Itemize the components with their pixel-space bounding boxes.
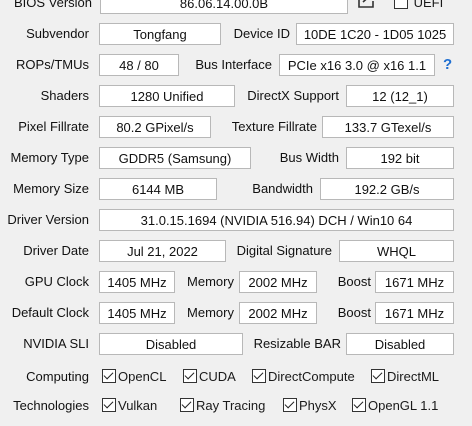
physx-checkbox[interactable] (283, 398, 297, 412)
rops-row: ROPs/TMUs 48 / 80 Bus Interface PCIe x16… (0, 52, 472, 78)
memory-type-label: Memory Type (10, 150, 89, 165)
directx-field: 12 (12_1) (346, 85, 454, 107)
bus-width-label: Bus Width (279, 150, 339, 165)
bus-interface-help-button[interactable]: ? (443, 52, 452, 78)
shaders-label: Shaders (40, 88, 89, 103)
uefi-label: UEFI (413, 0, 444, 10)
vulkan-checkbox-group[interactable]: Vulkan (102, 396, 157, 416)
subvendor-row: Subvendor Tongfang Device ID 10DE 1C20 -… (0, 21, 472, 47)
gpu-boost-clock-label: Boost (337, 274, 371, 289)
default-memory-clock-label: Memory (187, 305, 234, 320)
opencl-checkbox[interactable] (102, 369, 116, 383)
gpu-memory-clock-label: Memory (187, 274, 234, 289)
texture-fillrate-field: 133.7 GTexel/s (322, 116, 454, 138)
vulkan-checkbox[interactable] (102, 398, 116, 412)
share-icon[interactable] (356, 0, 378, 10)
directml-checkbox-group[interactable]: DirectML (371, 367, 439, 387)
device-id-label: Device ID (233, 26, 290, 41)
rops-tmus-label: ROPs/TMUs (16, 57, 89, 72)
cuda-label: CUDA (199, 369, 236, 384)
nvidia-sli-field: Disabled (99, 333, 243, 355)
bandwidth-field: 192.2 GB/s (320, 178, 454, 200)
memory-size-row: Memory Size 6144 MB Bandwidth 192.2 GB/s (0, 176, 472, 202)
default-clock-row: Default Clock 1405 MHz Memory 2002 MHz B… (0, 300, 472, 326)
default-boost-clock-label: Boost (337, 305, 371, 320)
opengl-checkbox-group[interactable]: OpenGL 1.1 (352, 396, 438, 416)
default-clock-field: 1405 MHz (99, 302, 175, 324)
driver-date-field: Jul 21, 2022 (99, 240, 226, 262)
gpu-memory-clock-field: 2002 MHz (239, 271, 317, 293)
opengl-checkbox[interactable] (352, 398, 366, 412)
gpu-clock-field: 1405 MHz (99, 271, 175, 293)
ray-tracing-label: Ray Tracing (196, 398, 266, 413)
driver-version-field: 31.0.15.1694 (NVIDIA 516.94) DCH / Win10… (99, 209, 454, 231)
shaders-field: 1280 Unified (99, 85, 235, 107)
texture-fillrate-label: Texture Fillrate (231, 119, 317, 134)
directcompute-label: DirectCompute (268, 369, 355, 384)
bandwidth-label: Bandwidth (252, 181, 313, 196)
driver-date-label: Driver Date (23, 243, 89, 258)
directcompute-checkbox-group[interactable]: DirectCompute (252, 367, 355, 387)
technologies-row: Technologies Vulkan Ray Tracing PhysX Op… (0, 393, 472, 419)
physx-checkbox-group[interactable]: PhysX (283, 396, 337, 416)
uefi-checkbox[interactable] (394, 0, 408, 9)
fillrate-row: Pixel Fillrate 80.2 GPixel/s Texture Fil… (0, 114, 472, 140)
device-id-field: 10DE 1C20 - 1D05 1025 (296, 23, 454, 45)
bios-row: BIOS Version 86.06.14.00.0B UEFI (0, 0, 472, 16)
vulkan-label: Vulkan (118, 398, 158, 413)
default-boost-clock-field: 1671 MHz (375, 302, 454, 324)
uefi-checkbox-group[interactable]: UEFI (394, 0, 443, 13)
physx-label: PhysX (299, 398, 337, 413)
subvendor-label: Subvendor (26, 26, 89, 41)
ray-tracing-checkbox-group[interactable]: Ray Tracing (180, 396, 265, 416)
digital-signature-field: WHQL (339, 240, 454, 262)
resizable-bar-field: Disabled (346, 333, 454, 355)
cuda-checkbox-group[interactable]: CUDA (183, 367, 236, 387)
cuda-checkbox[interactable] (183, 369, 197, 383)
opengl-label: OpenGL 1.1 (368, 398, 439, 413)
nvidia-sli-label: NVIDIA SLI (23, 336, 89, 351)
computing-row: Computing OpenCL CUDA DirectCompute Dire… (0, 364, 472, 390)
driver-version-label: Driver Version (7, 212, 89, 227)
resizable-bar-label: Resizable BAR (253, 336, 341, 351)
bus-interface-field: PCIe x16 3.0 @ x16 1.1 (279, 54, 435, 76)
subvendor-field: Tongfang (99, 23, 221, 45)
directml-checkbox[interactable] (371, 369, 385, 383)
directcompute-checkbox[interactable] (252, 369, 266, 383)
gpu-clock-row: GPU Clock 1405 MHz Memory 2002 MHz Boost… (0, 269, 472, 295)
bus-interface-label: Bus Interface (195, 57, 272, 72)
ray-tracing-checkbox[interactable] (180, 398, 194, 412)
default-clock-label: Default Clock (11, 305, 89, 320)
memory-type-field: GDDR5 (Samsung) (99, 147, 251, 169)
memory-type-row: Memory Type GDDR5 (Samsung) Bus Width 19… (0, 145, 472, 171)
computing-label: Computing (26, 369, 89, 384)
sli-row: NVIDIA SLI Disabled Resizable BAR Disabl… (0, 331, 472, 357)
memory-size-label: Memory Size (13, 181, 89, 196)
bus-width-field: 192 bit (346, 147, 454, 169)
directml-label: DirectML (387, 369, 440, 384)
digital-signature-label: Digital Signature (236, 243, 332, 258)
pixel-fillrate-label: Pixel Fillrate (18, 119, 89, 134)
directx-label: DirectX Support (247, 88, 339, 103)
default-memory-clock-field: 2002 MHz (239, 302, 317, 324)
bios-version-label: BIOS Version (13, 0, 92, 10)
rops-tmus-field: 48 / 80 (99, 54, 179, 76)
technologies-label: Technologies (13, 398, 89, 413)
gpu-clock-label: GPU Clock (24, 274, 89, 289)
pixel-fillrate-field: 80.2 GPixel/s (99, 116, 211, 138)
memory-size-field: 6144 MB (99, 178, 217, 200)
driver-date-row: Driver Date Jul 21, 2022 Digital Signatu… (0, 238, 472, 264)
bios-version-field: 86.06.14.00.0B (100, 0, 348, 14)
opencl-checkbox-group[interactable]: OpenCL (102, 367, 166, 387)
shaders-row: Shaders 1280 Unified DirectX Support 12 … (0, 83, 472, 109)
gpu-boost-clock-field: 1671 MHz (375, 271, 454, 293)
driver-version-row: Driver Version 31.0.15.1694 (NVIDIA 516.… (0, 207, 472, 233)
opencl-label: OpenCL (118, 369, 167, 384)
